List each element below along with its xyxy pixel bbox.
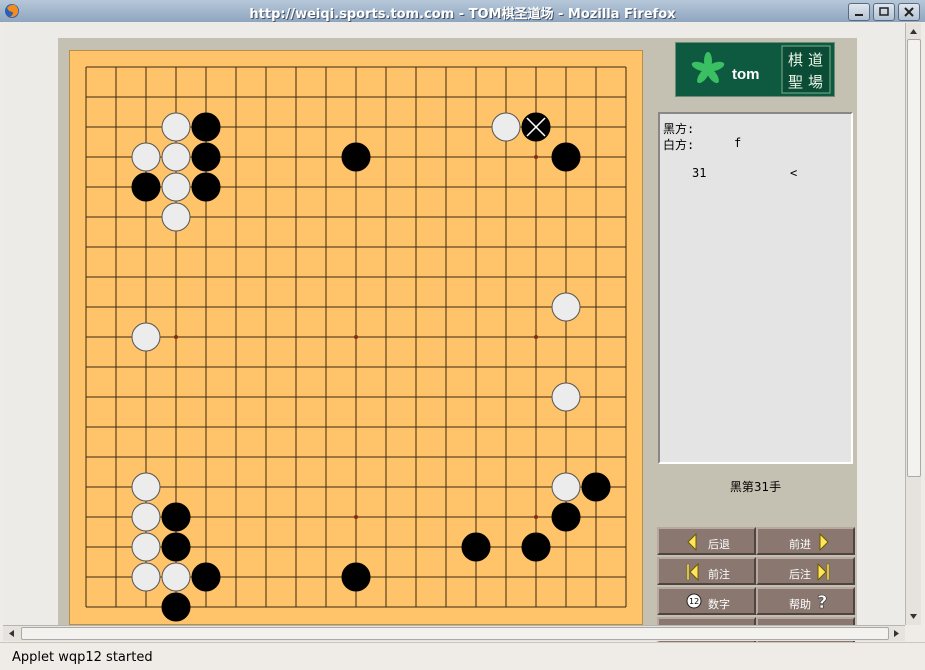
scroll-down-icon[interactable] <box>907 610 920 623</box>
black-stone[interactable] <box>551 142 581 172</box>
black-stone[interactable] <box>191 112 221 142</box>
white-stone[interactable] <box>161 112 191 142</box>
white-player-label: 白方: <box>663 138 695 152</box>
logo-char-4: 場 <box>808 73 823 91</box>
white-stone[interactable] <box>131 472 161 502</box>
white-stone[interactable] <box>161 142 191 172</box>
number-badge-icon: 12 <box>686 593 702 609</box>
browser-window: tom 棋 道 聖 場 黑方: 白方: f 31 < 黑第31手 后退 前进 前… <box>0 22 925 670</box>
star-point <box>354 515 358 519</box>
window-title: http://weiqi.sports.tom.com - TOM棋圣道场 - … <box>249 7 676 22</box>
black-stone[interactable] <box>521 532 551 562</box>
black-stone[interactable] <box>341 562 371 592</box>
white-stone[interactable] <box>551 292 581 322</box>
star-point <box>174 335 178 339</box>
white-stone[interactable] <box>161 172 191 202</box>
star-point <box>534 155 538 159</box>
black-player-label: 黑方: <box>663 122 695 136</box>
tom-flower-icon <box>691 52 725 84</box>
logo-char-2: 道 <box>808 51 823 69</box>
left-arrow-icon <box>687 533 697 551</box>
white-stone[interactable] <box>491 112 521 142</box>
minimize-button[interactable] <box>848 3 870 21</box>
maximize-button[interactable] <box>873 3 895 21</box>
star-point <box>534 335 538 339</box>
scroll-up-icon[interactable] <box>907 25 920 38</box>
black-stone[interactable] <box>161 592 191 622</box>
white-stone[interactable] <box>131 532 161 562</box>
white-stone[interactable] <box>131 142 161 172</box>
prev-comment-label: 前注 <box>708 568 730 581</box>
star-point <box>354 335 358 339</box>
logo-char-3: 聖 <box>788 73 803 91</box>
move-status: 黑第31手 <box>729 480 782 494</box>
right-arrow-icon <box>819 533 829 551</box>
horizontal-scroll-thumb[interactable] <box>21 627 889 640</box>
white-stone[interactable] <box>131 502 161 532</box>
scroll-left-icon[interactable] <box>5 627 18 640</box>
star-point <box>534 515 538 519</box>
vertical-scroll-thumb[interactable] <box>907 39 921 477</box>
vertical-scrollbar[interactable] <box>905 23 921 625</box>
black-stone[interactable] <box>191 562 221 592</box>
black-stone[interactable] <box>341 142 371 172</box>
go-board-grid[interactable] <box>70 51 642 624</box>
back-button-label: 后退 <box>708 538 730 551</box>
scroll-right-icon[interactable] <box>890 627 903 640</box>
numbers-button[interactable]: 12 数字 <box>657 587 756 615</box>
white-stone[interactable] <box>551 472 581 502</box>
prev-comment-button[interactable]: 前注 <box>657 557 756 585</box>
close-button[interactable] <box>898 3 920 21</box>
svg-text:?: ? <box>817 592 827 612</box>
game-info-panel: 黑方: 白方: f 31 < <box>658 112 853 464</box>
forward-button-label: 前进 <box>789 538 811 551</box>
go-applet: tom 棋 道 聖 場 黑方: 白方: f 31 < 黑第31手 后退 前进 前… <box>58 38 857 645</box>
black-stone[interactable] <box>161 502 191 532</box>
move-marker: < <box>790 166 798 180</box>
forward-button[interactable]: 前进 <box>756 527 855 555</box>
last-arrow-icon <box>817 563 830 581</box>
move-number: 31 <box>692 166 707 180</box>
black-stone[interactable] <box>161 532 191 562</box>
white-stone[interactable] <box>131 562 161 592</box>
next-comment-label: 后注 <box>789 568 811 581</box>
tom-logo: tom 棋 道 聖 場 <box>675 42 835 97</box>
back-button[interactable]: 后退 <box>657 527 756 555</box>
logo-char-1: 棋 <box>788 51 803 69</box>
horizontal-scrollbar[interactable] <box>3 625 905 641</box>
white-stone[interactable] <box>161 562 191 592</box>
black-stone[interactable] <box>131 172 161 202</box>
next-comment-button[interactable]: 后注 <box>756 557 855 585</box>
black-stone[interactable] <box>191 142 221 172</box>
status-bar: Applet wqp12 started <box>0 642 925 670</box>
first-arrow-icon <box>686 563 699 581</box>
help-button-label: 帮助 <box>789 598 811 611</box>
black-stone[interactable] <box>191 172 221 202</box>
go-board[interactable] <box>69 50 643 625</box>
black-stone[interactable] <box>461 532 491 562</box>
white-stone[interactable] <box>131 322 161 352</box>
white-player-name: f <box>734 136 742 150</box>
black-stone[interactable] <box>551 502 581 532</box>
white-stone[interactable] <box>551 382 581 412</box>
status-text: Applet wqp12 started <box>12 650 153 665</box>
svg-text:12: 12 <box>689 597 699 606</box>
question-mark-icon: ? <box>817 592 828 612</box>
help-button[interactable]: 帮助 ? <box>756 587 855 615</box>
title-bar: http://weiqi.sports.tom.com - TOM棋圣道场 - … <box>0 0 925 23</box>
white-stone[interactable] <box>161 202 191 232</box>
page-content: tom 棋 道 聖 場 黑方: 白方: f 31 < 黑第31手 后退 前进 前… <box>3 23 904 645</box>
numbers-button-label: 数字 <box>708 598 730 611</box>
black-stone[interactable] <box>581 472 611 502</box>
logo-brand-text: tom <box>732 66 760 83</box>
